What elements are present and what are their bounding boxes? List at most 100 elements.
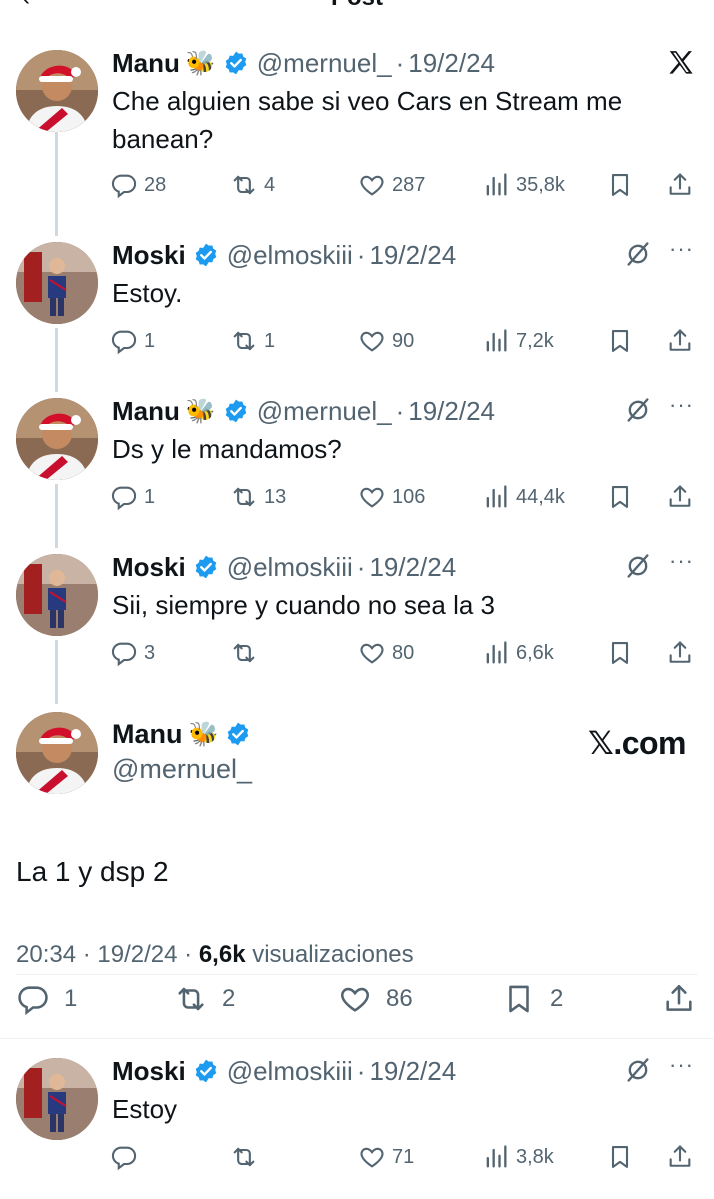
bookmark-icon — [606, 1143, 634, 1171]
avatar[interactable] — [16, 554, 98, 636]
post-date[interactable]: 19/2/24 — [369, 552, 456, 583]
grok-icon[interactable] — [624, 240, 652, 268]
bookmark-icon — [606, 171, 634, 199]
like-button[interactable]: 71 — [358, 1142, 414, 1172]
bookmark-icon — [606, 327, 634, 355]
separator-dot: · — [356, 239, 366, 270]
x-com-brand: 𝕏.com — [588, 725, 686, 761]
display-name[interactable]: Moski — [112, 1056, 186, 1087]
reply-button[interactable]: 1 — [110, 482, 155, 512]
more-options-icon[interactable]: ··· — [669, 392, 694, 418]
like-count: 287 — [392, 173, 426, 196]
heart-icon — [338, 982, 372, 1016]
share-button[interactable] — [662, 984, 710, 1014]
more-options-icon[interactable]: ··· — [669, 236, 694, 262]
grok-icon[interactable] — [624, 552, 652, 580]
avatar[interactable] — [16, 242, 98, 324]
share-button[interactable] — [666, 326, 700, 356]
like-button[interactable]: 86 — [338, 984, 413, 1014]
display-name[interactable]: Moski — [112, 552, 186, 583]
avatar[interactable] — [16, 1058, 98, 1140]
views-count: 6,6k — [516, 641, 554, 664]
grok-icon[interactable] — [624, 1056, 652, 1084]
action-bar: 3 80 6,6k — [110, 638, 700, 668]
grok-icon[interactable] — [624, 396, 652, 424]
post-time[interactable]: 20:34 — [16, 941, 76, 968]
username[interactable]: @mernuel_ — [112, 754, 252, 785]
reply-count: 1 — [64, 985, 78, 1012]
views-button[interactable]: 6,6k — [482, 638, 554, 668]
like-button[interactable]: 80 — [358, 638, 414, 668]
like-button[interactable]: 106 — [358, 482, 425, 512]
username[interactable]: @elmoskiii — [227, 552, 353, 583]
reply-button[interactable]: 28 — [110, 170, 166, 200]
bookmark-icon — [502, 982, 536, 1016]
avatar[interactable] — [16, 398, 98, 480]
action-bar: 1 13 106 44,4k — [110, 482, 700, 512]
tweet-text: Che alguien sabe si veo Cars en Stream m… — [112, 86, 623, 154]
more-options-icon[interactable]: ··· — [669, 548, 694, 574]
bookmark-button[interactable] — [606, 638, 640, 668]
repost-count: 13 — [264, 485, 287, 508]
like-count: 80 — [392, 641, 415, 664]
username[interactable]: @mernuel_ — [257, 48, 392, 79]
like-count: 106 — [392, 485, 426, 508]
views-button[interactable]: 7,2k — [482, 326, 554, 356]
share-icon — [666, 171, 694, 199]
reply-icon — [110, 171, 138, 199]
display-name[interactable]: Moski — [112, 240, 186, 271]
reply-button[interactable]: 1 — [16, 984, 77, 1014]
username[interactable]: @elmoskiii — [227, 1056, 353, 1087]
repost-button[interactable]: 4 — [230, 170, 275, 200]
views-button[interactable]: 35,8k — [482, 170, 565, 200]
like-button[interactable]: 90 — [358, 326, 414, 356]
like-count: 86 — [386, 985, 413, 1012]
share-button[interactable] — [666, 1142, 700, 1172]
repost-button[interactable] — [230, 638, 264, 668]
post-date[interactable]: 19/2/24 — [369, 1056, 456, 1087]
repost-button[interactable] — [230, 1142, 264, 1172]
verified-badge-icon — [193, 554, 219, 580]
post-date[interactable]: 19/2/24 — [408, 396, 495, 427]
reply-button[interactable]: 1 — [110, 326, 155, 356]
share-icon — [666, 1143, 694, 1171]
reply-button[interactable] — [110, 1142, 144, 1172]
share-button[interactable] — [666, 170, 700, 200]
views-icon — [482, 171, 510, 199]
bookmark-button[interactable] — [606, 170, 640, 200]
avatar[interactable] — [16, 712, 98, 794]
display-name[interactable]: Manu — [112, 396, 180, 427]
bookmark-button[interactable] — [606, 482, 640, 512]
views-label: visualizaciones — [252, 941, 414, 968]
post-date[interactable]: 19/2/24 — [369, 240, 456, 271]
views-count: 35,8k — [516, 173, 565, 196]
repost-button[interactable]: 2 — [174, 984, 235, 1014]
bookmark-icon — [606, 483, 634, 511]
bookmark-button[interactable] — [606, 1142, 640, 1172]
share-button[interactable] — [666, 482, 700, 512]
views-button[interactable]: 3,8k — [482, 1142, 554, 1172]
bookmark-button[interactable]: 2 — [502, 984, 563, 1014]
views-count: 7,2k — [516, 329, 554, 352]
bookmark-button[interactable] — [606, 326, 640, 356]
username[interactable]: @mernuel_ — [257, 396, 392, 427]
avatar[interactable] — [16, 50, 98, 132]
post-date[interactable]: 19/2/24 — [97, 941, 177, 968]
repost-count: 4 — [264, 173, 276, 196]
tweet-metadata: 20:34 · 19/2/24 · 6,6k visualizaciones — [16, 941, 414, 969]
repost-button[interactable]: 1 — [230, 326, 275, 356]
reply-count: 1 — [144, 485, 156, 508]
more-options-icon[interactable]: ··· — [669, 1052, 694, 1078]
repost-button[interactable]: 13 — [230, 482, 286, 512]
display-name[interactable]: Manu — [112, 48, 180, 79]
like-button[interactable]: 287 — [358, 170, 425, 200]
like-count: 71 — [392, 1145, 415, 1168]
views-icon — [482, 639, 510, 667]
share-button[interactable] — [666, 638, 700, 668]
reply-button[interactable]: 3 — [110, 638, 155, 668]
display-name[interactable]: Manu — [112, 719, 183, 750]
post-date[interactable]: 19/2/24 — [408, 48, 495, 79]
x-logo-icon — [666, 48, 696, 78]
username[interactable]: @elmoskiii — [227, 240, 353, 271]
views-button[interactable]: 44,4k — [482, 482, 565, 512]
